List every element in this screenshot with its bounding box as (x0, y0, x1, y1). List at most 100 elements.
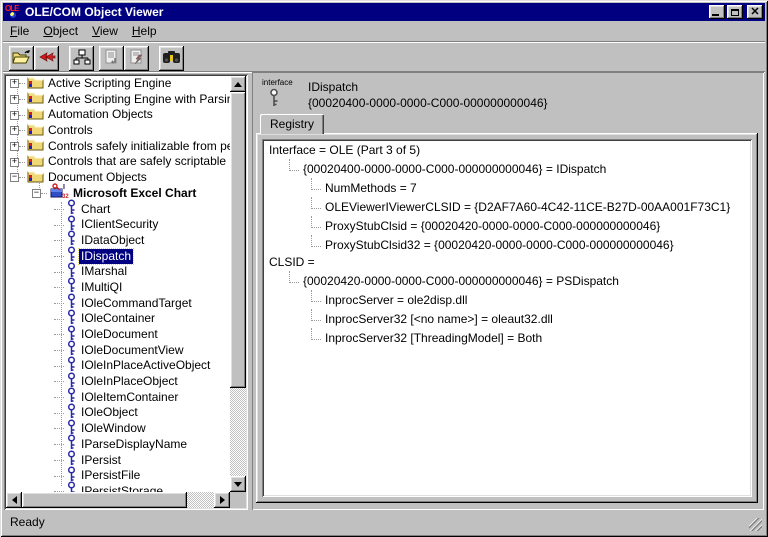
tree-item-label: IOleWindow (79, 421, 148, 437)
tree-item-iolecommandtarget[interactable]: IOleCommandTarget (6, 296, 230, 312)
tree-item-idataobject[interactable]: IDataObject (6, 233, 230, 249)
close-button[interactable]: ✕ (747, 5, 763, 19)
tree-item-ioledocument[interactable]: IOleDocument (6, 327, 230, 343)
registry-line: NumMethods = 7 (267, 178, 747, 197)
tree-vertical-scrollbar[interactable] (230, 76, 246, 492)
status-text: Ready (10, 515, 45, 529)
tree-item-label: IOleItemContainer (79, 390, 180, 406)
scroll-thumb[interactable] (230, 92, 246, 388)
red-arrows-icon (38, 49, 56, 68)
registry-tab-page: Interface = OLE (Part 3 of 5){00020400-0… (256, 133, 758, 503)
registry-line: ProxyStubClsid = {00020420-0000-0000-C00… (267, 216, 747, 235)
tree-item-label: Controls (46, 123, 95, 139)
menu-object[interactable]: Object (36, 22, 85, 40)
menu-bar: FileObjectViewHelp (3, 21, 765, 40)
view-typelib-button[interactable] (99, 46, 124, 71)
expand-icon[interactable]: + (10, 111, 19, 120)
expand-icon[interactable]: + (10, 95, 19, 104)
scroll-left-button[interactable] (6, 492, 22, 508)
tree-item-iclientsecurity[interactable]: IClientSecurity (6, 217, 230, 233)
scroll-right-button[interactable] (214, 492, 230, 508)
app-icon[interactable]: OLE (5, 5, 21, 19)
tree-rows: +Active Scripting Engine+Active Scriptin… (6, 76, 230, 492)
arrow-up-icon (234, 82, 242, 87)
minimize-button[interactable] (709, 5, 725, 19)
tree-item-label: IOleCommandTarget (79, 296, 194, 312)
tree-item-chart[interactable]: Chart (6, 202, 230, 218)
tree-item-ipersist[interactable]: IPersist (6, 453, 230, 469)
tree-view[interactable]: +Active Scripting Engine+Active Scriptin… (6, 76, 230, 492)
expand-icon[interactable]: + (10, 126, 19, 135)
bind-file-button[interactable] (34, 46, 59, 71)
tree-item-label: IDispatch (79, 249, 133, 265)
arrow-down-icon (234, 482, 242, 487)
tree-item-document-objects[interactable]: −Document Objects (6, 170, 230, 186)
collapse-icon[interactable]: − (32, 189, 41, 198)
expert-mode-button[interactable] (69, 46, 94, 71)
title-bar: OLE OLE/COM Object Viewer ✕ (3, 3, 765, 21)
maximize-button[interactable] (727, 5, 743, 19)
registry-line: ProxyStubClsid32 = {00020420-0000-0000-C… (267, 235, 747, 254)
expand-icon[interactable]: + (10, 142, 19, 151)
tree-item-label: Active Scripting Engine with Parsing (46, 92, 230, 108)
tree-item-ioleobject[interactable]: IOleObject (6, 405, 230, 421)
toolbar (3, 43, 765, 72)
detail-pane: interface IDispatch {00020400-0000-0000-… (252, 72, 764, 510)
tree-item-label: IPersist (79, 453, 123, 469)
interface-key-icon (268, 88, 280, 111)
item-kind-label: interface (262, 78, 293, 87)
tree-item-label: IParseDisplayName (79, 437, 189, 453)
tree-item-label: Automation Objects (46, 107, 155, 123)
registry-details[interactable]: Interface = OLE (Part 3 of 5){00020400-0… (262, 139, 752, 497)
tree-item-ioleinplaceactiveobject[interactable]: IOleInPlaceActiveObject (6, 358, 230, 374)
registry-line: OLEViewerIViewerCLSID = {D2AF7A60-4C42-1… (267, 197, 747, 216)
tree-item-ioledocumentview[interactable]: IOleDocumentView (6, 343, 230, 359)
scroll-thumb[interactable] (22, 492, 187, 508)
tree-item-label: IOleDocument (79, 327, 160, 343)
resize-grip[interactable] (749, 518, 762, 531)
tree-diagram-icon (73, 49, 91, 69)
tree-item-ipersiststorage[interactable]: IPersistStorage (6, 484, 230, 492)
status-bar: Ready (3, 511, 765, 534)
tree-item-idispatch[interactable]: IDispatch (6, 249, 230, 265)
view-type-info-button[interactable] (159, 46, 184, 71)
document-arrow-icon (104, 49, 120, 69)
tree-item-label: Controls that are safely scriptable (46, 154, 228, 170)
menu-help[interactable]: Help (125, 22, 164, 40)
maximize-icon (731, 9, 739, 16)
tree-item-imultiqi[interactable]: IMultiQI (6, 280, 230, 296)
open-file-button[interactable] (9, 46, 34, 71)
tree-item-label: IDataObject (79, 233, 146, 249)
window-title: OLE/COM Object Viewer (25, 5, 707, 19)
expand-icon[interactable]: + (10, 158, 19, 167)
run-object-button[interactable] (124, 46, 149, 71)
scrollbar-corner (230, 492, 246, 508)
collapse-icon[interactable]: − (10, 173, 19, 182)
registry-line: Interface = OLE (Part 3 of 5) (267, 142, 747, 159)
tab-registry[interactable]: Registry (260, 114, 324, 134)
tree-item-iolecontainer[interactable]: IOleContainer (6, 311, 230, 327)
tree-item-ioleitemcontainer[interactable]: IOleItemContainer (6, 390, 230, 406)
registry-line: InprocServer32 [ThreadingModel] = Both (267, 328, 747, 347)
tree-item-ioleinplaceobject[interactable]: IOleInPlaceObject (6, 374, 230, 390)
tree-item-label: IMarshal (79, 264, 129, 280)
registry-line: {00020400-0000-0000-C000-000000000046} =… (267, 159, 747, 178)
menu-view[interactable]: View (85, 22, 125, 40)
tree-horizontal-scrollbar[interactable] (6, 492, 230, 508)
tree-item-ipersistfile[interactable]: IPersistFile (6, 468, 230, 484)
tree-item-label: Chart (79, 202, 112, 218)
tree-item-label: IOleInPlaceActiveObject (79, 358, 212, 374)
tree-item-label: IOleContainer (79, 311, 157, 327)
tree-item-imarshal[interactable]: IMarshal (6, 264, 230, 280)
scroll-down-button[interactable] (230, 476, 246, 492)
tree-item-label: IOleDocumentView (79, 343, 186, 359)
scroll-up-button[interactable] (230, 76, 246, 92)
interface-guid: {00020400-0000-0000-C000-000000000046} (308, 96, 548, 110)
menu-file[interactable]: File (3, 22, 36, 40)
tree-item-microsoft-excel-chart[interactable]: −I32Microsoft Excel Chart (6, 186, 230, 202)
minimize-icon (712, 14, 719, 16)
tree-item-label: IOleInPlaceObject (79, 374, 180, 390)
expand-icon[interactable]: + (10, 79, 19, 88)
tree-item-iparsedisplayname[interactable]: IParseDisplayName (6, 437, 230, 453)
tree-item-iolewindow[interactable]: IOleWindow (6, 421, 230, 437)
